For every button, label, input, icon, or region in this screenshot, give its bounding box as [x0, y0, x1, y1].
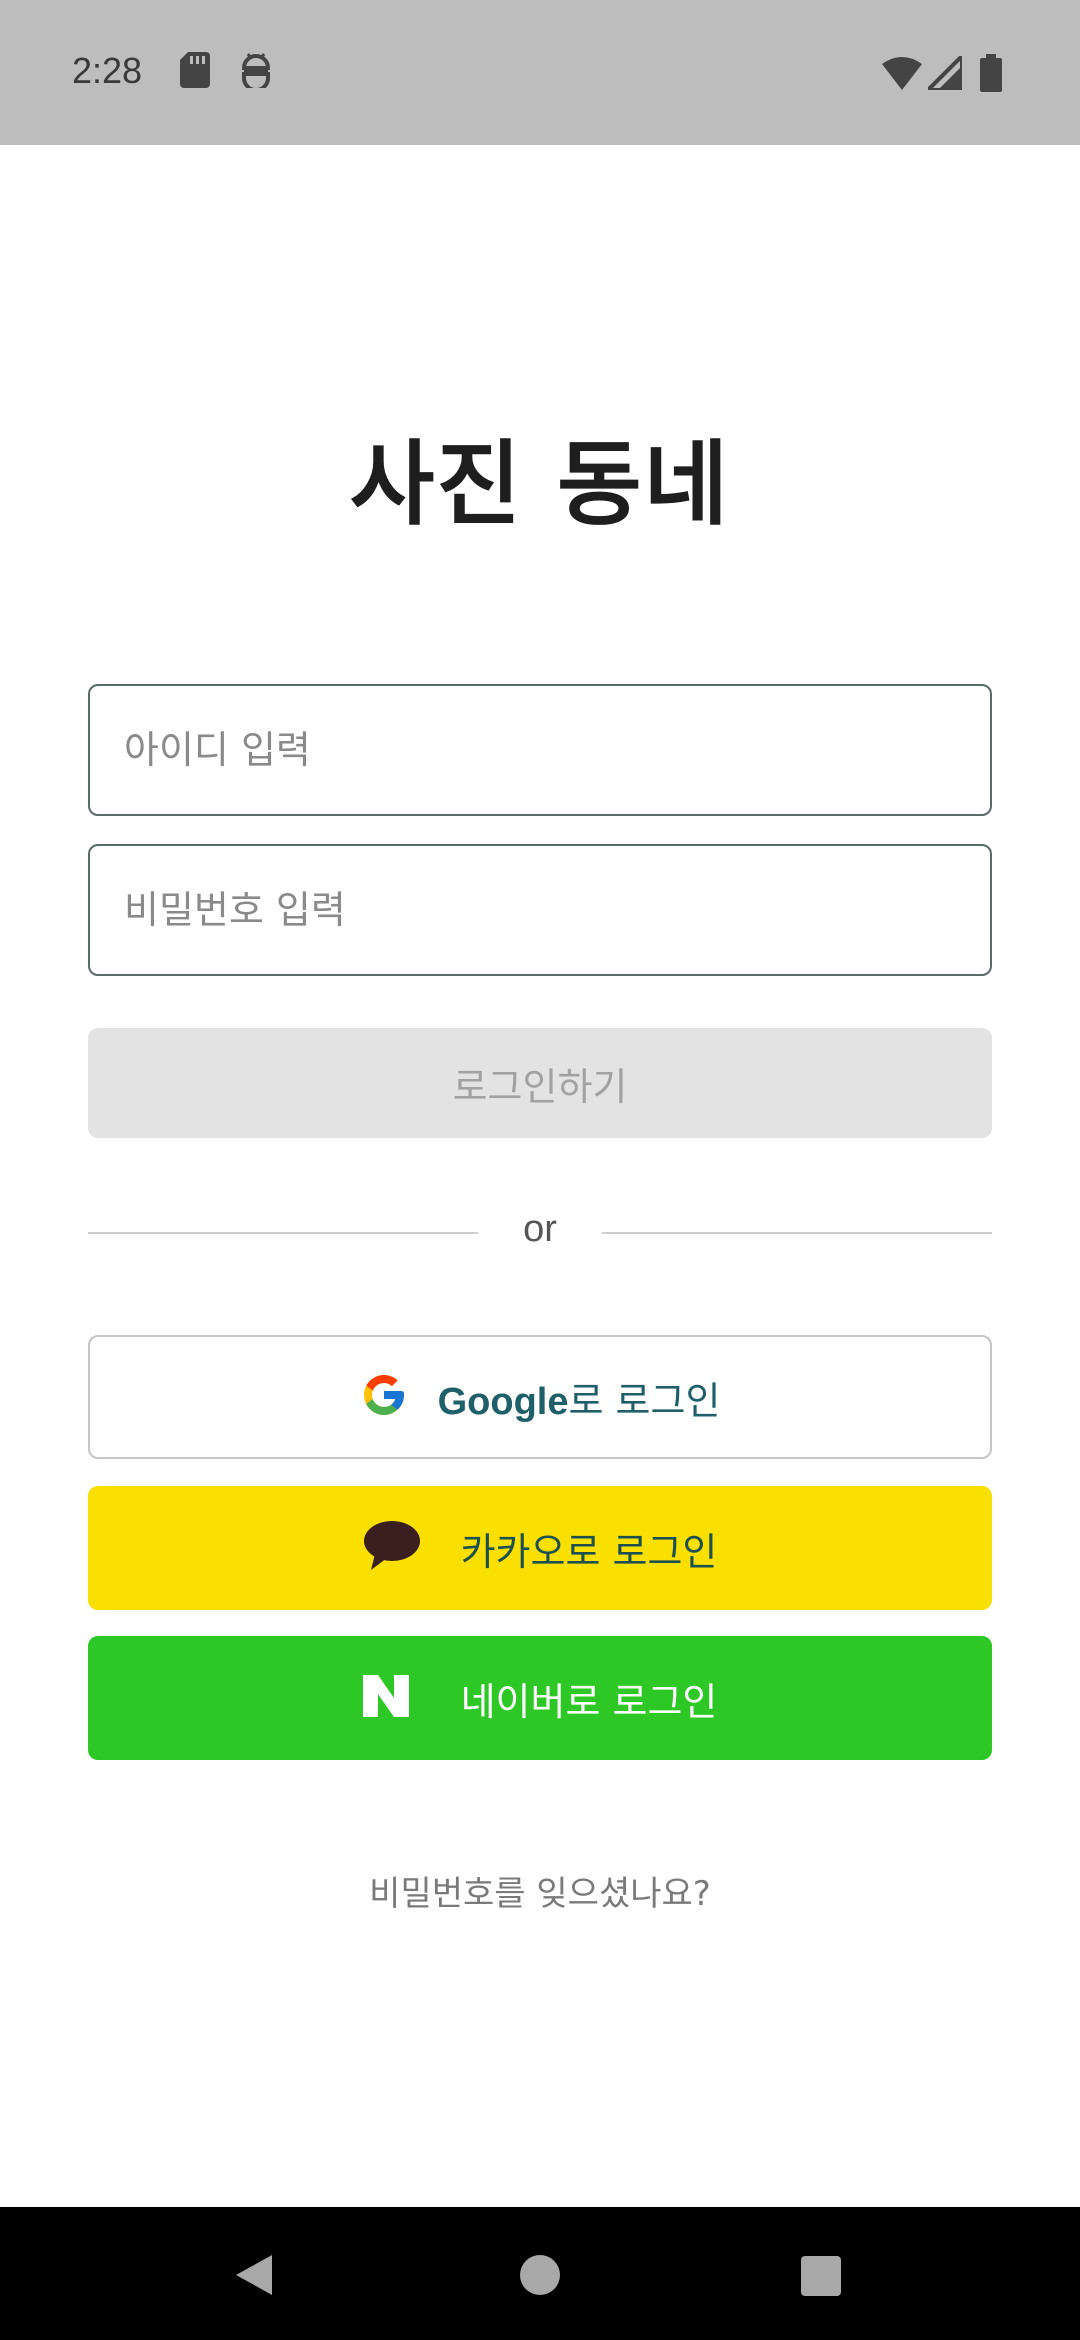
back-icon[interactable]	[232, 2251, 276, 2303]
forgot-password-link[interactable]: 비밀번호를 잊으셨나요?	[0, 1866, 1080, 1915]
divider-or-label: or	[523, 1208, 557, 1250]
id-field-container	[88, 684, 992, 816]
google-login-label: Google로 로그인	[438, 1370, 721, 1425]
kakao-talk-icon	[363, 1520, 421, 1576]
password-input[interactable]	[90, 846, 990, 974]
wifi-icon	[882, 56, 922, 94]
naver-n-icon	[362, 1675, 409, 1721]
google-brand-text: Google	[437, 1380, 569, 1423]
password-field-container	[88, 844, 992, 976]
google-icon	[360, 1371, 408, 1423]
divider-line-right	[602, 1232, 992, 1234]
recents-icon[interactable]	[800, 2255, 842, 2301]
login-button[interactable]: 로그인하기	[88, 1028, 992, 1138]
home-icon[interactable]	[518, 2253, 562, 2301]
google-login-button[interactable]: Google로 로그인	[88, 1335, 992, 1459]
status-bar: 2:28	[0, 0, 1080, 145]
naver-login-button[interactable]: 네이버로 로그인	[88, 1636, 992, 1760]
login-screen: 2:28 사진 동네 아이디 입력 로그인하기 or Google로 로그인 카…	[0, 0, 1080, 2340]
app-title: 사진 동네	[349, 431, 731, 538]
naver-login-label: 네이버로 로그인	[460, 1679, 718, 1724]
navigation-bar	[0, 2207, 1080, 2340]
sd-card-icon	[180, 52, 210, 92]
login-button-label: 로그인하기	[452, 1064, 628, 1109]
divider-line-left	[88, 1232, 478, 1234]
id-input[interactable]	[90, 686, 990, 814]
kakao-login-label: 카카오로 로그인	[460, 1529, 718, 1574]
cell-signal-icon	[923, 51, 964, 94]
google-login-suffix: 로 로그인	[568, 1378, 721, 1423]
kakao-login-button[interactable]: 카카오로 로그인	[88, 1486, 992, 1610]
status-time: 2:28	[72, 50, 143, 91]
battery-icon	[980, 54, 1002, 96]
android-robot-icon	[240, 52, 272, 92]
